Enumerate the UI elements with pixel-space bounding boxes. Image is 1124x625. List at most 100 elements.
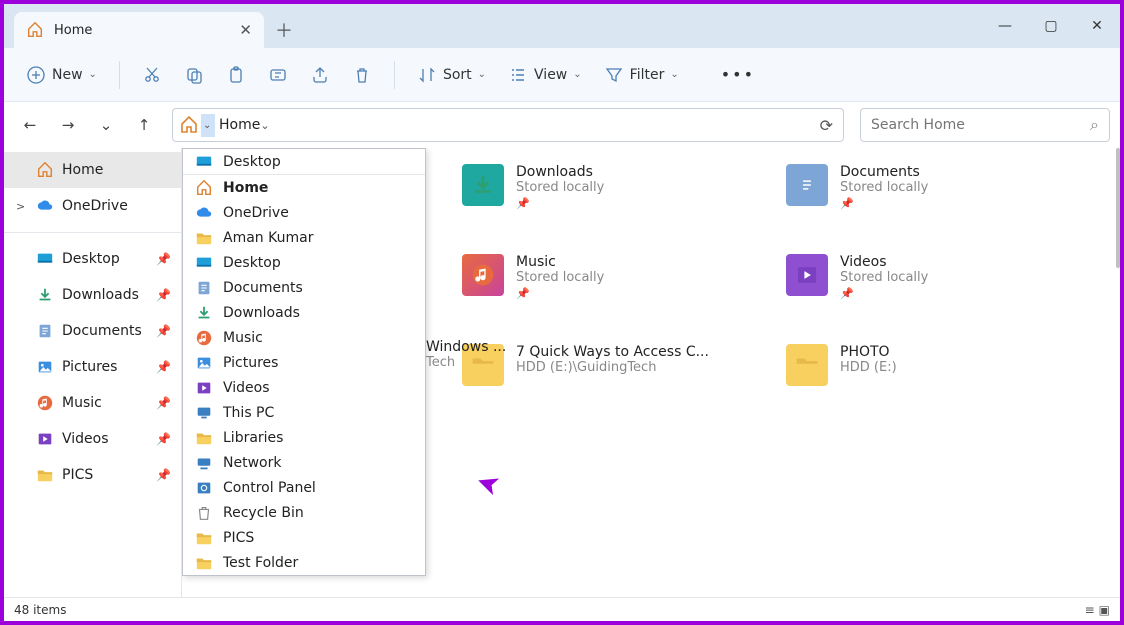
pin-icon: 📌 bbox=[156, 468, 171, 482]
dropdown-item-test-folder[interactable]: Test Folder bbox=[183, 550, 425, 575]
tab-home[interactable]: Home ✕ bbox=[14, 12, 264, 48]
home-icon bbox=[179, 115, 199, 135]
desktop-icon bbox=[195, 153, 213, 171]
grid-item-partial[interactable]: Windows ... Tech bbox=[426, 339, 506, 370]
filter-icon bbox=[604, 65, 624, 85]
copy-button[interactable] bbox=[176, 58, 212, 92]
new-tab-button[interactable]: ＋ bbox=[264, 12, 304, 48]
sidebar-item-music[interactable]: Music📌 bbox=[4, 385, 181, 421]
address-dropdown-toggle[interactable]: ⌄ bbox=[201, 114, 215, 137]
cloud-icon bbox=[36, 197, 54, 215]
chevron-down-icon: ⌄ bbox=[89, 69, 97, 80]
dropdown-item-home[interactable]: Home bbox=[183, 175, 425, 200]
dropdown-item-videos[interactable]: Videos bbox=[183, 375, 425, 400]
sidebar-item-videos[interactable]: Videos📌 bbox=[4, 421, 181, 457]
sidebar-item-desktop[interactable]: Desktop📌 bbox=[4, 241, 181, 277]
paste-button[interactable] bbox=[218, 58, 254, 92]
maximize-button[interactable]: ▢ bbox=[1028, 4, 1074, 48]
scrollbar[interactable] bbox=[1116, 148, 1120, 268]
doc-icon bbox=[195, 279, 213, 297]
desktop-icon bbox=[36, 250, 54, 268]
dropdown-item-onedrive[interactable]: OneDrive bbox=[183, 200, 425, 225]
navbar: ← → ⌄ ↑ ⌄ Home ⌄ ⟳ ⌕ bbox=[4, 102, 1120, 148]
dropdown-item-downloads[interactable]: Downloads bbox=[183, 300, 425, 325]
share-button[interactable] bbox=[302, 58, 338, 92]
up-button[interactable]: ↑ bbox=[128, 109, 160, 141]
dropdown-item-music[interactable]: Music bbox=[183, 325, 425, 350]
sidebar-item-downloads[interactable]: Downloads📌 bbox=[4, 277, 181, 313]
more-button[interactable]: ••• bbox=[713, 58, 763, 92]
grid-item[interactable]: DocumentsStored locally📌 bbox=[786, 164, 1100, 226]
chevron-down-icon: ⌄ bbox=[478, 69, 486, 80]
pin-icon: 📌 bbox=[840, 287, 928, 300]
close-button[interactable]: ✕ bbox=[1074, 4, 1120, 48]
folder-icon bbox=[786, 344, 828, 386]
recent-button[interactable]: ⌄ bbox=[90, 109, 122, 141]
home-icon bbox=[195, 179, 213, 197]
refresh-button[interactable]: ⟳ bbox=[820, 116, 833, 135]
doc-icon bbox=[36, 322, 54, 340]
download-icon bbox=[462, 164, 504, 206]
tab-title: Home bbox=[54, 23, 229, 38]
details-view-button[interactable]: ≡ bbox=[1085, 603, 1095, 617]
pc-icon bbox=[195, 404, 213, 422]
sidebar-item-pics[interactable]: PICS📌 bbox=[4, 457, 181, 493]
tab-close-button[interactable]: ✕ bbox=[239, 21, 252, 39]
forward-button[interactable]: → bbox=[52, 109, 84, 141]
home-icon bbox=[26, 21, 44, 39]
rename-button[interactable] bbox=[260, 58, 296, 92]
grid-item[interactable]: PHOTOHDD (E:) bbox=[786, 344, 1100, 406]
sidebar-item-onedrive[interactable]: >OneDrive bbox=[4, 188, 181, 224]
filter-button[interactable]: Filter ⌄ bbox=[596, 58, 687, 92]
search-box[interactable]: ⌕ bbox=[860, 108, 1110, 142]
address-dropdown: DesktopHomeOneDriveAman KumarDesktopDocu… bbox=[182, 148, 426, 576]
tiles-view-button[interactable]: ▣ bbox=[1099, 603, 1110, 617]
download-icon bbox=[36, 286, 54, 304]
grid-item[interactable]: DownloadsStored locally📌 bbox=[462, 164, 776, 226]
cut-button[interactable] bbox=[134, 58, 170, 92]
toolbar: New ⌄ Sort ⌄ View ⌄ Filter ⌄ ••• bbox=[4, 48, 1120, 102]
address-bar[interactable]: ⌄ Home ⌄ ⟳ bbox=[172, 108, 844, 142]
back-button[interactable]: ← bbox=[14, 109, 46, 141]
folder-icon bbox=[195, 429, 213, 447]
pin-icon: 📌 bbox=[840, 197, 928, 210]
grid-item[interactable]: MusicStored locally📌 bbox=[462, 254, 776, 316]
sidebar-item-documents[interactable]: Documents📌 bbox=[4, 313, 181, 349]
dropdown-item-aman-kumar[interactable]: Aman Kumar bbox=[183, 225, 425, 250]
dropdown-item-recycle-bin[interactable]: Recycle Bin bbox=[183, 500, 425, 525]
search-icon: ⌕ bbox=[1090, 115, 1099, 135]
cloud-icon bbox=[195, 204, 213, 222]
delete-button[interactable] bbox=[344, 58, 380, 92]
view-button[interactable]: View ⌄ bbox=[500, 58, 590, 92]
dropdown-item-pics[interactable]: PICS bbox=[183, 525, 425, 550]
dropdown-item-libraries[interactable]: Libraries bbox=[183, 425, 425, 450]
dropdown-item-network[interactable]: Network bbox=[183, 450, 425, 475]
grid-item[interactable]: VideosStored locally📌 bbox=[786, 254, 1100, 316]
pin-icon: 📌 bbox=[156, 324, 171, 338]
folder-icon bbox=[36, 466, 54, 484]
pin-icon: 📌 bbox=[516, 197, 604, 210]
pin-icon: 📌 bbox=[516, 287, 604, 300]
search-input[interactable] bbox=[871, 117, 1090, 133]
music-icon bbox=[36, 394, 54, 412]
desktop-icon bbox=[195, 254, 213, 272]
dropdown-item-documents[interactable]: Documents bbox=[183, 275, 425, 300]
dropdown-item-this-pc[interactable]: This PC bbox=[183, 400, 425, 425]
dropdown-item-desktop[interactable]: Desktop bbox=[183, 250, 425, 275]
sidebar-item-home[interactable]: Home bbox=[4, 152, 181, 188]
dropdown-item-pictures[interactable]: Pictures bbox=[183, 350, 425, 375]
chevron-down-icon[interactable]: ⌄ bbox=[260, 119, 269, 132]
sidebar: Home>OneDrive Desktop📌Downloads📌Document… bbox=[4, 148, 182, 597]
minimize-button[interactable]: — bbox=[982, 4, 1028, 48]
status-text: 48 items bbox=[14, 603, 66, 617]
dropdown-item-desktop[interactable]: Desktop bbox=[183, 149, 425, 174]
new-button[interactable]: New ⌄ bbox=[18, 58, 105, 92]
sidebar-item-pictures[interactable]: Pictures📌 bbox=[4, 349, 181, 385]
folder-icon bbox=[195, 554, 213, 572]
cp-icon bbox=[195, 479, 213, 497]
dropdown-item-control-panel[interactable]: Control Panel bbox=[183, 475, 425, 500]
plus-circle-icon bbox=[26, 65, 46, 85]
sort-button[interactable]: Sort ⌄ bbox=[409, 58, 494, 92]
grid-item[interactable]: 7 Quick Ways to Access C...HDD (E:)\Guid… bbox=[462, 344, 776, 406]
pin-icon: 📌 bbox=[156, 360, 171, 374]
